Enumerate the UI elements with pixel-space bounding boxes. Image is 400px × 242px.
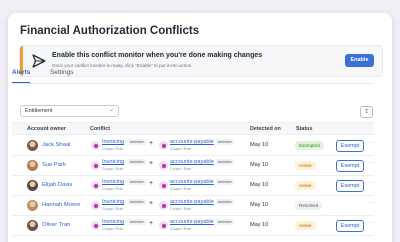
tabs-divider — [12, 83, 372, 84]
owner-link[interactable]: Jack Shaal — [42, 142, 70, 148]
table-row: Oliver Tran Invoicing Coupa • Role member + a… — [12, 216, 376, 236]
entitlement-link[interactable]: Invoicing — [102, 139, 124, 145]
filter-select-value: Entitlement — [25, 108, 53, 114]
entitlement-link[interactable]: accounts-payable — [170, 179, 214, 185]
entitlement-link[interactable]: accounts-payable — [170, 199, 214, 205]
entitlement-icon — [91, 141, 100, 150]
banner-subtitle: Once your conflict monitor is ready, cli… — [52, 63, 193, 68]
more-options-icon[interactable]: ··· — [368, 140, 376, 146]
avatar — [27, 160, 38, 171]
more-options-icon[interactable]: ··· — [368, 200, 376, 206]
entitlement-icon — [159, 181, 168, 190]
entitlement-badge: member — [216, 199, 234, 205]
more-options-icon[interactable]: ··· — [368, 220, 376, 226]
detected-date: May 10 — [250, 162, 269, 168]
table-header: Account owner Conflict Detected on Statu… — [12, 122, 374, 135]
entitlement-meta: Coupa • Role — [102, 187, 124, 191]
filter-select[interactable]: Entitlement ⌄ — [20, 105, 119, 117]
avatar — [27, 220, 38, 231]
table-row: Elijah Davis Invoicing Coupa • Role member +… — [12, 176, 376, 196]
entitlement-badge: member — [128, 199, 146, 205]
avatar — [27, 200, 38, 211]
entitlement-icon — [91, 161, 100, 170]
entitlement-badge: member — [216, 179, 234, 185]
exempt-button[interactable]: Exempt — [336, 220, 364, 232]
status-badge: Active — [295, 181, 316, 190]
more-options-icon[interactable]: ··· — [368, 180, 376, 186]
entitlement-link[interactable]: Invoicing — [102, 159, 124, 165]
entitlement-meta: Coupa • Role — [102, 207, 124, 211]
plus-icon: + — [149, 220, 154, 227]
send-icon — [32, 54, 46, 68]
entitlement-icon — [91, 221, 100, 230]
tab-settings[interactable]: Settings — [50, 69, 74, 83]
status-badge: Active — [295, 221, 316, 230]
entitlement-meta: Coupa • Role — [170, 187, 192, 191]
entitlement-badge: member — [128, 219, 146, 225]
plus-icon: + — [149, 140, 154, 147]
entitlement-icon — [159, 201, 168, 210]
tab-alerts[interactable]: Alerts — [12, 69, 31, 83]
banner-title: Enable this conflict monitor when you're… — [52, 52, 263, 59]
entitlement-badge: member — [128, 179, 146, 185]
table-row: Hannah Moore Invoicing Coupa • Role member +… — [12, 196, 376, 216]
entitlement-badge: member — [216, 139, 234, 145]
entitlement-meta: Coupa • Role — [170, 147, 192, 151]
detected-date: May 10 — [250, 202, 269, 208]
plus-icon: + — [149, 160, 154, 167]
entitlement-meta: Coupa • Role — [102, 167, 124, 171]
detected-date: May 10 — [250, 222, 269, 228]
entitlement-icon — [91, 201, 100, 210]
status-badge: Exempted — [295, 141, 324, 150]
plus-icon: + — [149, 180, 154, 187]
entitlement-link[interactable]: accounts-payable — [170, 219, 214, 225]
detected-date: May 10 — [250, 182, 269, 188]
owner-link[interactable]: Hannah Moore — [42, 202, 80, 208]
entitlement-badge: member — [128, 139, 146, 145]
entitlement-link[interactable]: Invoicing — [102, 199, 124, 205]
exempt-button[interactable]: Exempt — [336, 160, 364, 172]
entitlement-badge: member — [216, 219, 234, 225]
entitlement-icon — [159, 221, 168, 230]
entitlement-icon — [159, 141, 168, 150]
entitlement-badge: member — [128, 159, 146, 165]
chevron-down-icon: ⌄ — [108, 107, 114, 113]
entitlement-meta: Coupa • Role — [102, 227, 124, 231]
exempt-button[interactable]: Exempt — [336, 180, 364, 192]
export-button[interactable]: ⇪ — [360, 106, 373, 118]
column-header-conflict: Conflict — [90, 126, 111, 132]
entitlement-icon — [159, 161, 168, 170]
avatar — [27, 140, 38, 151]
owner-link[interactable]: Oliver Tran — [42, 222, 70, 228]
entitlement-badge: member — [216, 159, 234, 165]
entitlement-link[interactable]: Invoicing — [102, 179, 124, 185]
enable-button[interactable]: Enable — [345, 54, 374, 67]
table-row: Sue Park Invoicing Coupa • Role member + acco… — [12, 156, 376, 176]
page-title: Financial Authorization Conflicts — [20, 25, 200, 37]
status-badge: Resolved — [295, 201, 323, 210]
entitlement-meta: Coupa • Role — [102, 147, 124, 151]
avatar — [27, 180, 38, 191]
table-row: Jack Shaal Invoicing Coupa • Role member + ac… — [12, 136, 376, 156]
export-icon: ⇪ — [363, 109, 370, 115]
column-header-status: Status — [296, 126, 313, 132]
entitlement-meta: Coupa • Role — [170, 227, 192, 231]
entitlement-link[interactable]: Invoicing — [102, 219, 124, 225]
entitlement-link[interactable]: accounts-payable — [170, 159, 214, 165]
entitlement-meta: Coupa • Role — [170, 167, 192, 171]
status-badge: Active — [295, 161, 316, 170]
column-header-detected: Detected on — [250, 126, 281, 132]
entitlement-icon — [91, 181, 100, 190]
column-header-owner: Account owner — [27, 126, 66, 132]
detected-date: May 10 — [250, 142, 269, 148]
more-options-icon[interactable]: ··· — [368, 160, 376, 166]
entitlement-link[interactable]: accounts-payable — [170, 139, 214, 145]
owner-link[interactable]: Elijah Davis — [42, 182, 72, 188]
exempt-button[interactable]: Exempt — [336, 140, 364, 152]
owner-link[interactable]: Sue Park — [42, 162, 66, 168]
plus-icon: + — [149, 200, 154, 207]
entitlement-meta: Coupa • Role — [170, 207, 192, 211]
